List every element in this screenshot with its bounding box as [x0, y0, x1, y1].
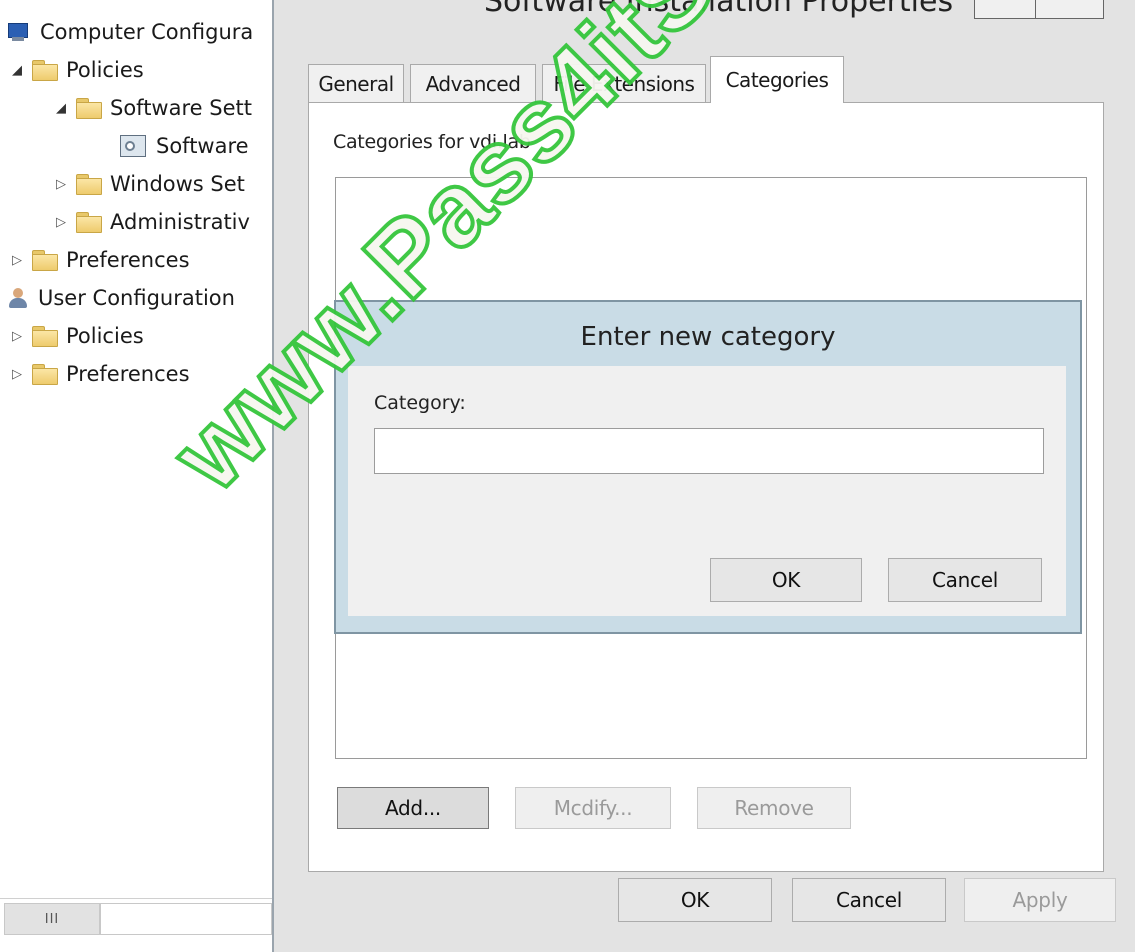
collapsed-arrow-icon[interactable]: ▷	[52, 213, 70, 231]
remove-button[interactable]: Remove	[697, 787, 851, 829]
tab-general[interactable]: General	[308, 64, 404, 102]
collapsed-arrow-icon[interactable]: ▷	[8, 251, 26, 269]
scrollbar-thumb[interactable]: III	[4, 903, 100, 935]
tab-advanced[interactable]: Advanced	[410, 64, 536, 102]
dialog-body: Category: OK Cancel	[348, 366, 1066, 616]
grip-icon: III	[44, 911, 60, 927]
expanded-arrow-icon[interactable]: ◢	[52, 99, 70, 117]
tree-item-label: User Configuration	[38, 286, 235, 310]
tree-item-software-settings[interactable]: ◢ Software Sett	[52, 90, 252, 126]
tree-item-user-preferences[interactable]: ▷ Preferences	[8, 356, 190, 392]
tree-item-label: Preferences	[66, 248, 190, 272]
collapsed-arrow-icon[interactable]: ▷	[8, 327, 26, 345]
folder-icon	[76, 174, 102, 195]
tree-item-label: Windows Set	[110, 172, 245, 196]
folder-icon	[32, 250, 58, 271]
new-category-dialog: Enter new category Category: OK Cancel	[334, 300, 1082, 634]
tree-item-windows-settings[interactable]: ▷ Windows Set	[52, 166, 245, 202]
window-title: Software Installation Properties	[484, 0, 954, 19]
tree-item-label: Policies	[66, 324, 144, 348]
folder-icon	[32, 364, 58, 385]
tree-item-label: Policies	[66, 58, 144, 82]
tree-item-administrative-templates[interactable]: ▷ Administrativ	[52, 204, 250, 240]
tree-item-label: Software Sett	[110, 96, 252, 120]
scrollbar-track[interactable]	[100, 903, 272, 935]
ok-button[interactable]: OK	[618, 878, 772, 922]
caption-buttons[interactable]	[974, 0, 1104, 19]
dialog-cancel-button[interactable]: Cancel	[888, 558, 1042, 602]
tree-item-user-configuration[interactable]: User Configuration	[6, 280, 235, 316]
tree-item-policies[interactable]: ◢ Policies	[8, 52, 144, 88]
expanded-arrow-icon[interactable]: ◢	[8, 61, 26, 79]
category-label: Category:	[374, 392, 466, 414]
user-icon	[6, 287, 30, 309]
tree-item-computer-configuration[interactable]: Computer Configura	[6, 14, 253, 50]
tree-item-label: Computer Configura	[40, 20, 254, 44]
tree-item-label: Preferences	[66, 362, 190, 386]
dialog-ok-button[interactable]: OK	[710, 558, 862, 602]
add-button[interactable]: Add...	[337, 787, 489, 829]
collapsed-arrow-icon[interactable]: ▷	[8, 365, 26, 383]
console-tree: Computer Configura ◢ Policies ◢ Software…	[0, 0, 272, 952]
tree-item-user-policies[interactable]: ▷ Policies	[8, 318, 144, 354]
tree-item-software-installation[interactable]: Software	[120, 128, 249, 164]
tree-item-label: Administrativ	[110, 210, 250, 234]
tree-item-preferences[interactable]: ▷ Preferences	[8, 242, 190, 278]
modify-button[interactable]: Mcdify...	[515, 787, 671, 829]
caption-separator	[1035, 0, 1036, 18]
tab-file-extensions[interactable]: File Extensions	[542, 64, 706, 102]
folder-icon	[32, 60, 58, 81]
cancel-button[interactable]: Cancel	[792, 878, 946, 922]
tab-categories[interactable]: Categories	[710, 56, 844, 103]
computer-icon	[6, 21, 32, 43]
category-input[interactable]	[374, 428, 1044, 474]
folder-icon	[76, 212, 102, 233]
dialog-title: Enter new category	[580, 322, 836, 352]
collapsed-arrow-icon[interactable]: ▷	[52, 175, 70, 193]
tree-item-label: Software	[156, 134, 249, 158]
horizontal-scrollbar[interactable]: III	[0, 898, 272, 939]
categories-caption: Categories for vdi.lab	[333, 131, 531, 153]
folder-icon	[76, 98, 102, 119]
folder-icon	[32, 326, 58, 347]
software-installation-icon	[120, 135, 146, 157]
apply-button[interactable]: Apply	[964, 878, 1116, 922]
